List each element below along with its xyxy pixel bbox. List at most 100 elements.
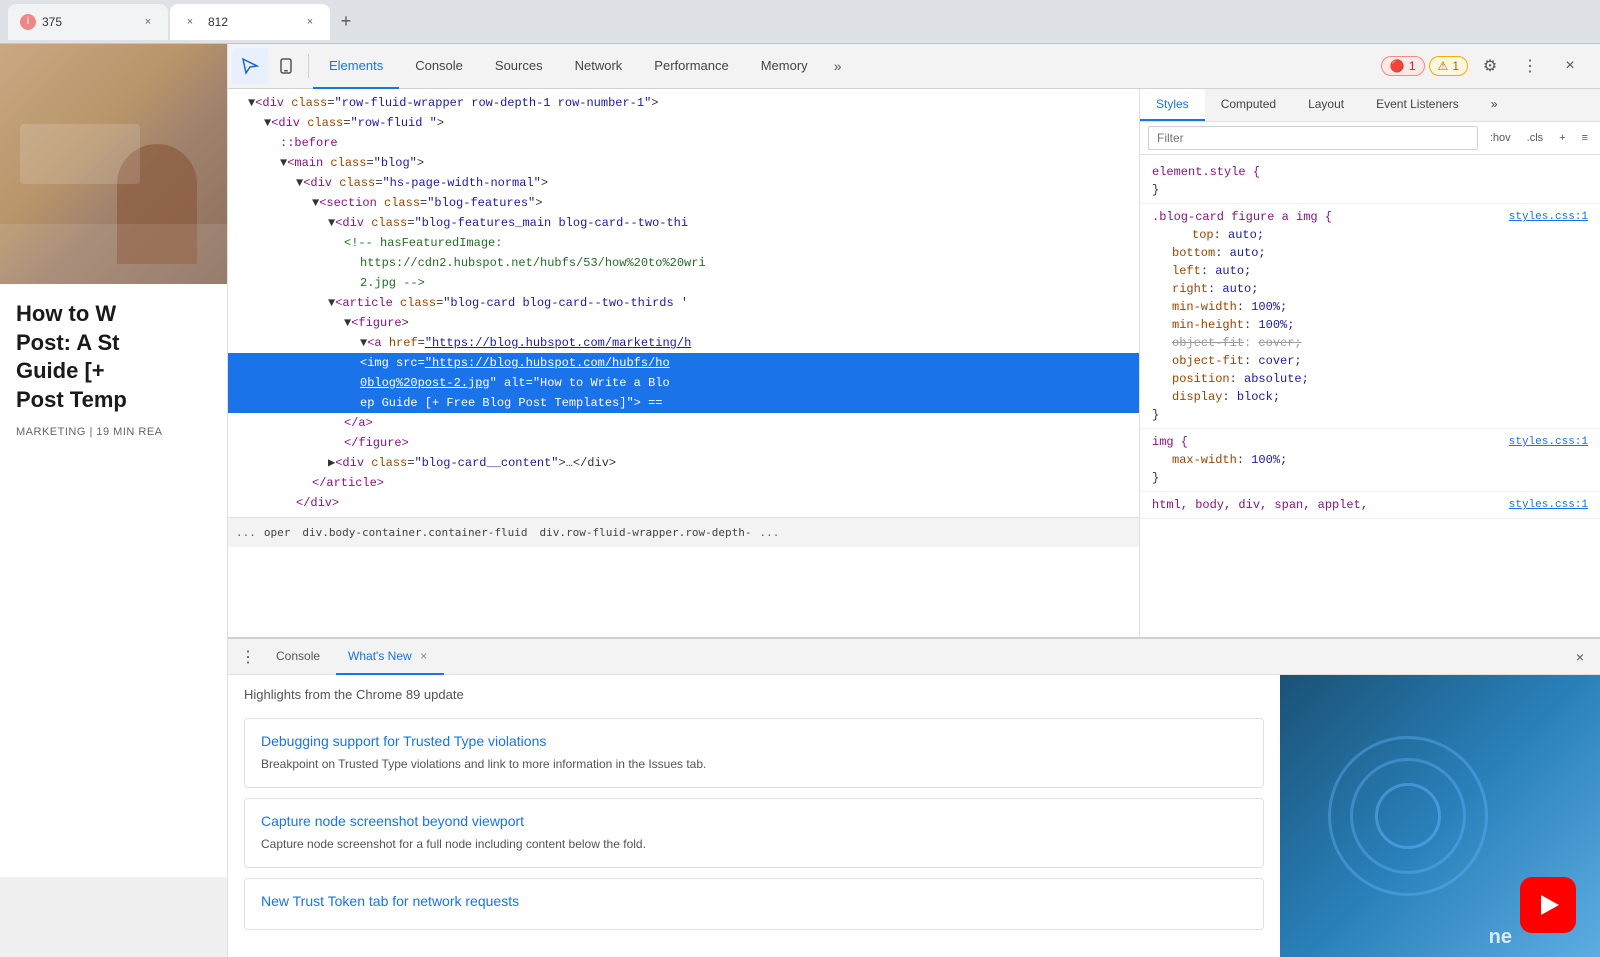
css-rule-element-style: element.style { } xyxy=(1140,159,1600,204)
feature-card-3[interactable]: New Trust Token tab for network requests xyxy=(244,878,1264,930)
dom-line[interactable]: </figure> xyxy=(228,433,1139,453)
add-style-button[interactable]: + xyxy=(1555,130,1569,146)
youtube-circles xyxy=(1328,736,1488,896)
page-preview-image xyxy=(0,44,227,284)
dom-panel: ▼<div class="row-fluid-wrapper row-depth… xyxy=(228,89,1140,637)
dom-line[interactable]: </a> xyxy=(228,413,1139,433)
breadcrumb-item[interactable]: oper xyxy=(260,524,295,541)
css-source-link[interactable]: styles.css:1 xyxy=(1509,496,1588,514)
feature-desc-1: Breakpoint on Trusted Type violations an… xyxy=(261,755,1247,773)
tab-area: i 375 × × 812 × + xyxy=(8,4,1592,40)
dom-line[interactable]: ▼<main class="blog"> xyxy=(228,153,1139,173)
toolbar-separator xyxy=(308,54,309,78)
tab-favicon-1: i xyxy=(20,14,36,30)
tab-whats-new[interactable]: What's New × xyxy=(336,639,444,675)
dom-line[interactable]: ::before xyxy=(228,133,1139,153)
styles-content: element.style { } .blog-card figure a im… xyxy=(1140,155,1600,637)
cls-filter-button[interactable]: .cls xyxy=(1523,130,1548,146)
feature-card-2[interactable]: Capture node screenshot beyond viewport … xyxy=(244,798,1264,868)
styles-tabs: Styles Computed Layout Event Listeners » xyxy=(1140,89,1600,122)
breadcrumb-dots[interactable]: ... xyxy=(236,526,256,539)
page-content: How to W Post: A St Guide [+ Post Temp M… xyxy=(0,284,227,877)
toggle-filter-button[interactable]: ≡ xyxy=(1578,130,1592,146)
breadcrumb-more[interactable]: ... xyxy=(759,526,779,539)
error-badge[interactable]: 🔴 1 xyxy=(1381,56,1425,76)
dom-line[interactable]: ▼<article class="blog-card blog-card--tw… xyxy=(228,293,1139,313)
dom-line[interactable]: ▼<div class="row-fluid-wrapper row-depth… xyxy=(228,93,1139,113)
tab-layout[interactable]: Layout xyxy=(1292,89,1360,121)
inspect-tool[interactable] xyxy=(232,48,268,84)
dom-line[interactable]: ▼<div class="row-fluid "> xyxy=(228,113,1139,133)
browser-tab-1[interactable]: i 375 × xyxy=(8,4,168,40)
tab-styles[interactable]: Styles xyxy=(1140,89,1205,121)
tab-favicon-2: × xyxy=(182,14,198,30)
warning-badge[interactable]: ⚠ 1 xyxy=(1429,56,1468,76)
tab-memory[interactable]: Memory xyxy=(745,44,824,89)
dom-line[interactable]: ▼<figure> xyxy=(228,313,1139,333)
feature-card-1[interactable]: Debugging support for Trusted Type viola… xyxy=(244,718,1264,788)
dom-line[interactable]: <!-- hasFeaturedImage: xyxy=(228,233,1139,253)
dom-line[interactable]: </div> xyxy=(228,493,1139,513)
pseudo-element: ::before xyxy=(280,136,338,150)
css-selector: html, body, div, span, applet, xyxy=(1152,498,1368,512)
breadcrumb-bar: ... oper div.body-container.container-fl… xyxy=(228,517,1139,547)
dom-line-selected[interactable]: 0blog%20post-2.jpg" alt="How to Write a … xyxy=(228,373,1139,393)
dom-line[interactable]: ▶<div class="blog-card__content">…</div> xyxy=(228,453,1139,473)
warning-icon: ⚠ xyxy=(1438,59,1449,73)
whats-new-left: Highlights from the Chrome 89 update Deb… xyxy=(228,675,1280,957)
device-tool[interactable] xyxy=(268,48,304,84)
dom-line[interactable]: 2.jpg --> xyxy=(228,273,1139,293)
drawer-menu-button[interactable]: ⋮ xyxy=(236,645,260,669)
tab-more-styles[interactable]: » xyxy=(1475,89,1514,121)
dom-line-selected[interactable]: ep Guide [+ Free Blog Post Templates]"> … xyxy=(228,393,1139,413)
breadcrumb-item[interactable]: div.row-fluid-wrapper.row-depth- xyxy=(536,524,756,541)
devtools-main: ▼<div class="row-fluid-wrapper row-depth… xyxy=(228,89,1600,637)
new-tab-button[interactable]: + xyxy=(332,8,360,36)
settings-button[interactable]: ⚙ xyxy=(1472,48,1508,84)
youtube-thumbnail: ne xyxy=(1280,675,1600,957)
browser-tab-2[interactable]: × 812 × xyxy=(170,4,330,40)
whats-new-video[interactable]: ne xyxy=(1280,675,1600,957)
tab-event-listeners[interactable]: Event Listeners xyxy=(1360,89,1475,121)
tab-close-2[interactable]: × xyxy=(302,14,318,30)
css-source-link[interactable]: styles.css:1 xyxy=(1509,208,1588,226)
devtools-right-icons: 🔴 1 ⚠ 1 ⚙ ⋮ × xyxy=(1381,48,1596,84)
dom-line[interactable]: ▼<div class="blog-features_main blog-car… xyxy=(228,213,1139,233)
css-source-link[interactable]: styles.css:1 xyxy=(1509,433,1588,451)
youtube-ne-text: ne xyxy=(1489,926,1512,949)
tab-performance[interactable]: Performance xyxy=(638,44,744,89)
tab-network[interactable]: Network xyxy=(559,44,639,89)
tab-sources[interactable]: Sources xyxy=(479,44,559,89)
tab-console[interactable]: Console xyxy=(399,44,479,89)
dom-line[interactable]: ▼<div class="hs-page-width-normal"> xyxy=(228,173,1139,193)
more-tabs-button[interactable]: » xyxy=(824,52,852,80)
dom-line[interactable]: </article> xyxy=(228,473,1139,493)
tab-console-drawer[interactable]: Console xyxy=(264,639,332,675)
dom-line-selected[interactable]: <img src="https://blog.hubspot.com/hubfs… xyxy=(228,353,1139,373)
dom-line[interactable]: ▼<section class="blog-features"> xyxy=(228,193,1139,213)
page-title: How to W Post: A St Guide [+ Post Temp xyxy=(16,300,211,414)
close-devtools-button[interactable]: × xyxy=(1552,48,1588,84)
tab-elements[interactable]: Elements xyxy=(313,44,399,89)
tab-computed[interactable]: Computed xyxy=(1205,89,1292,121)
dom-line[interactable]: ▼<a href="https://blog.hubspot.com/marke… xyxy=(228,333,1139,353)
close-drawer-button[interactable]: × xyxy=(1568,645,1592,669)
dom-line[interactable]: https://cdn2.hubspot.net/hubfs/53/how%20… xyxy=(228,253,1139,273)
warning-count: 1 xyxy=(1452,59,1459,73)
devtools-panel: Elements Console Sources Network Perform… xyxy=(228,44,1600,957)
whats-new-content: Highlights from the Chrome 89 update Deb… xyxy=(228,675,1600,957)
css-selector: img { xyxy=(1152,435,1188,449)
devtools-tabs: Elements Console Sources Network Perform… xyxy=(313,44,852,89)
page-meta: MARKETING | 19 MIN REA xyxy=(16,426,211,438)
youtube-play-button[interactable] xyxy=(1520,877,1576,933)
close-whats-new[interactable]: × xyxy=(416,648,432,664)
tab-title-1: 375 xyxy=(42,15,62,29)
tab-close-1[interactable]: × xyxy=(140,14,156,30)
more-menu-button[interactable]: ⋮ xyxy=(1512,48,1548,84)
error-icon: 🔴 xyxy=(1390,59,1405,73)
bottom-drawer: ⋮ Console What's New × × Highlights from… xyxy=(228,637,1600,957)
css-rule-reset: html, body, div, span, applet, styles.cs… xyxy=(1140,492,1600,519)
styles-filter-input[interactable] xyxy=(1148,126,1478,150)
hov-filter-button[interactable]: :hov xyxy=(1486,130,1515,146)
breadcrumb-item[interactable]: div.body-container.container-fluid xyxy=(298,524,531,541)
